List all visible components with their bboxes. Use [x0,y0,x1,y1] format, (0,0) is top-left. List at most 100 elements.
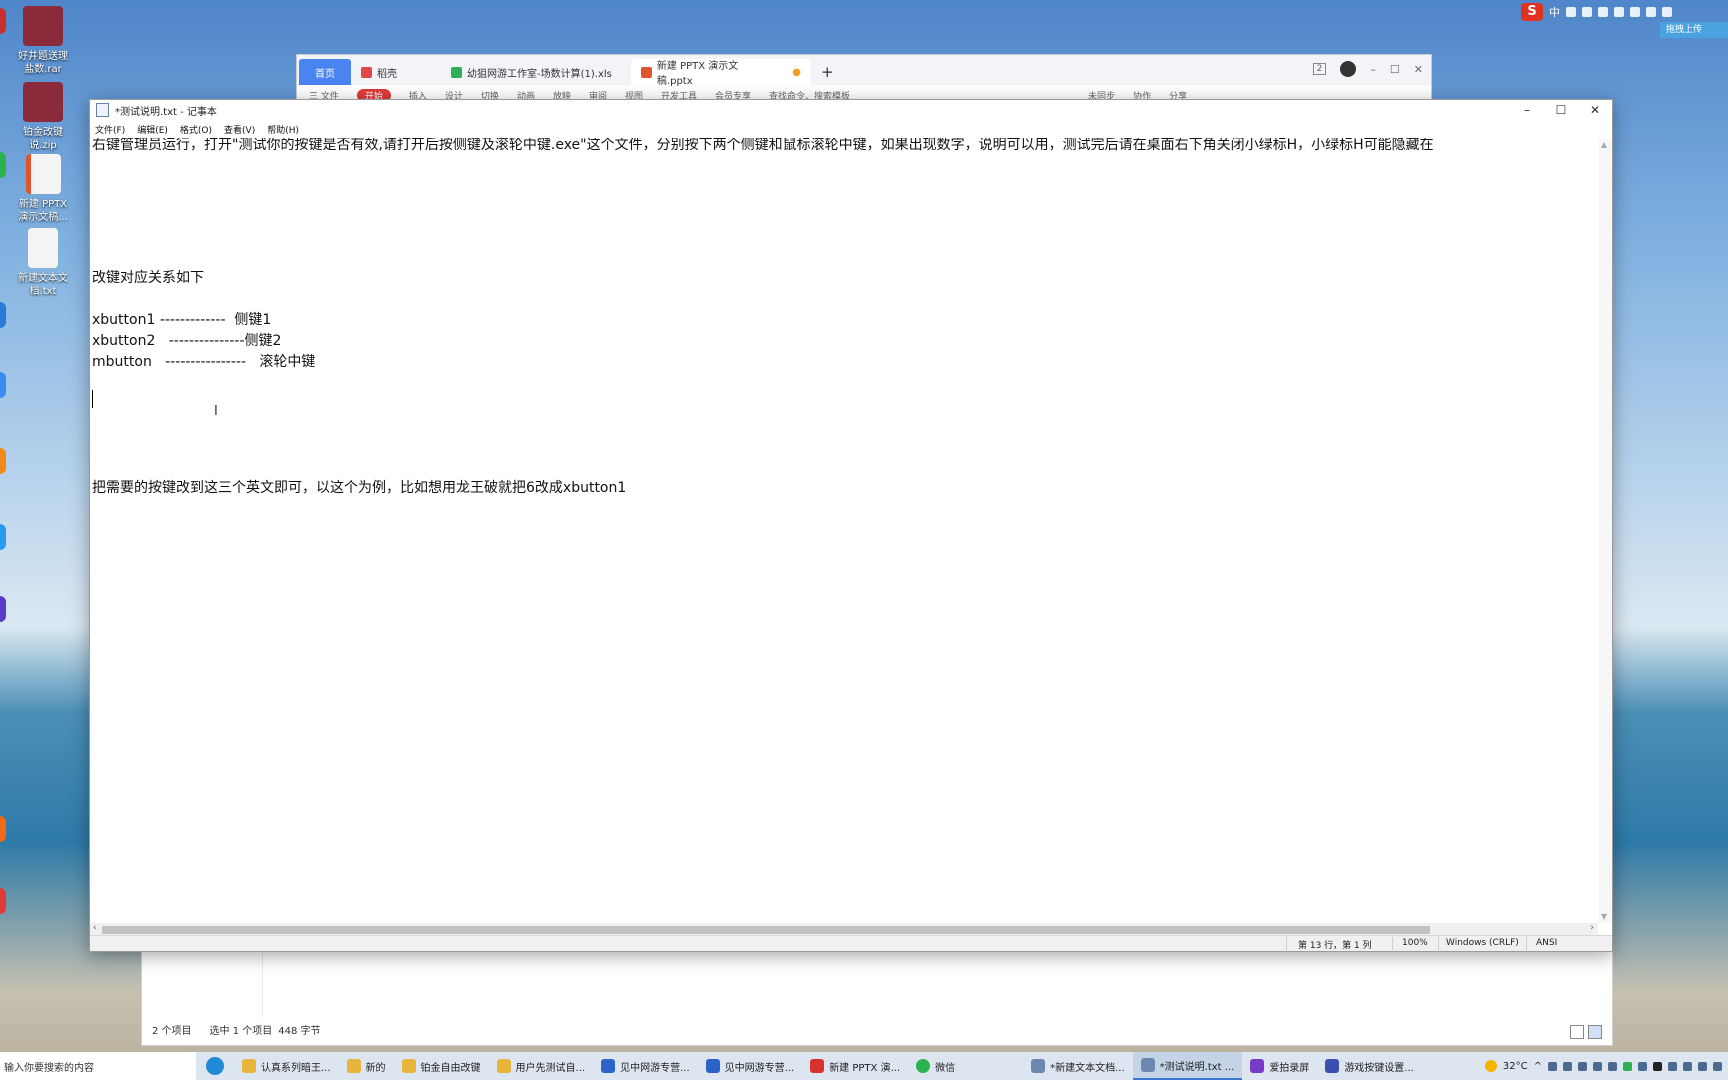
tray-icon[interactable] [1548,1061,1557,1071]
tray-icon[interactable] [1713,1061,1722,1071]
wps-icon [810,1059,825,1073]
minimize-button[interactable]: – [1510,100,1544,120]
tray-icon[interactable] [1668,1061,1677,1071]
text-caret [92,390,93,408]
close-button[interactable]: ✕ [1578,100,1612,120]
minimize-icon[interactable]: – [1370,63,1376,76]
wps-tab-home[interactable]: 首页 [299,59,351,85]
taskbar-app-label: 新的 [365,1062,386,1074]
tray-icon[interactable] [1638,1061,1647,1071]
maximize-icon[interactable]: ☐ [1390,63,1400,76]
file-explorer-window: 2 个项目 选中 1 个项目 448 字节 [141,950,1613,1046]
tray-icon[interactable] [1578,1061,1587,1071]
desktop-icon-rar[interactable]: 好井题送理 盐数.rar [8,6,78,76]
scroll-left-icon[interactable]: ‹ [93,923,97,933]
punctuation-icon[interactable] [1566,7,1576,17]
ime-mode[interactable]: 中 [1549,4,1560,20]
desktop-icon-label: 铂金改键 说.zip [23,127,63,151]
network-icon[interactable] [1683,1061,1692,1071]
edge-app-icon[interactable] [0,372,6,398]
menu-file[interactable]: 文件(F) [95,123,125,136]
title-bar[interactable]: *测试说明.txt - 记事本 – ☐ ✕ [90,100,1612,120]
scroll-up-icon[interactable]: ▲ [1601,140,1607,149]
qq-icon[interactable] [1653,1061,1662,1071]
taskbar-search[interactable]: 输入你要搜索的内容 [0,1052,196,1080]
wps-tab-xls[interactable]: 幼狙网游工作室-场数计算(1).xls [441,59,631,85]
avatar[interactable] [1340,61,1357,77]
desktop-icon-label: 新建文本文 档.txt [18,273,68,297]
weather-icon[interactable] [1484,1060,1497,1072]
microphone-icon[interactable] [1563,1061,1572,1071]
tray-icon[interactable] [1593,1061,1602,1071]
edge-app-icon[interactable] [0,152,6,178]
menu-help[interactable]: 帮助(H) [267,123,299,136]
edge-app-icon[interactable] [0,816,6,842]
taskbar-app[interactable]: *新建文本文档... [1023,1052,1133,1080]
desktop-icon-pptx[interactable]: 新建 PPTX 演示文稿... [8,154,78,224]
taskbar-app[interactable]: 游戏按键设置... [1317,1052,1422,1080]
game-settings-icon [1325,1059,1340,1073]
wps-badge[interactable]: 2 [1312,63,1327,75]
microphone-icon[interactable] [1598,7,1608,17]
skin-icon[interactable] [1646,7,1656,17]
taskbar-app[interactable]: 爱拍录屏 [1242,1052,1317,1080]
explorer-status-bar: 2 个项目 选中 1 个项目 448 字节 [152,1022,321,1037]
toolbox-icon[interactable] [1662,7,1672,17]
close-icon[interactable]: ✕ [1414,63,1423,76]
taskbar-app[interactable]: *测试说明.txt ... [1132,1052,1243,1080]
selected-count: 选中 1 个项目 [209,1026,273,1037]
details-view-icon[interactable] [1570,1025,1584,1039]
maximize-button[interactable]: ☐ [1544,100,1578,120]
edge-app-icon[interactable] [0,302,6,328]
cloud-upload-widget[interactable]: 拖拽上传 [1660,22,1728,38]
ibeam-cursor-icon: I [214,404,218,419]
notepad-window: *测试说明.txt - 记事本 – ☐ ✕ 文件(F) 编辑(E) 格式(O) … [89,99,1613,952]
edge-app-icon[interactable] [0,8,6,34]
text-editor-area[interactable]: 右键管理员运行，打开"测试你的按键是否有效,请打开后按侧键及滚轮中键.exe"这… [90,138,1598,923]
ime-toolbar[interactable]: S 中 [1521,2,1672,22]
volume-icon[interactable] [1698,1061,1707,1071]
text-file-icon [28,228,58,268]
edge-app-icon[interactable] [0,888,6,914]
wechat-tray-icon[interactable] [1623,1061,1632,1071]
large-icons-view-icon[interactable] [1588,1025,1602,1039]
keyboard-icon[interactable] [1614,7,1624,17]
scroll-down-icon[interactable]: ▼ [1601,912,1607,921]
menu-view[interactable]: 查看(V) [224,123,255,136]
edge-browser-button[interactable] [196,1052,234,1080]
wps-tab-docer[interactable]: 稻壳 [351,59,441,85]
tray-icon[interactable] [1608,1061,1617,1071]
edge-app-icon[interactable] [0,596,6,622]
taskbar-app[interactable]: 见中网游专营... [593,1052,698,1080]
edge-app-icon[interactable] [0,524,6,550]
taskbar-app[interactable]: 用户先测试自... [489,1052,594,1080]
menu-edit[interactable]: 编辑(E) [137,123,168,136]
add-tab-button[interactable]: + [811,59,844,85]
chevron-up-icon[interactable]: ^ [1534,1061,1542,1072]
taskbar-app[interactable]: 认真系列暗王... [234,1052,339,1080]
desktop-icon-zip[interactable]: 铂金改键 说.zip [8,82,78,152]
status-bar: 第 13 行，第 1 列 100% Windows (CRLF) ANSI [90,935,1612,951]
taskbar-app[interactable]: 铂金自由改键 [394,1052,489,1080]
text-line: 右键管理员运行，打开"测试你的按键是否有效,请打开后按侧键及滚轮中键.exe"这… [92,138,1434,153]
taskbar-app[interactable]: 见中网游专营... [698,1052,803,1080]
edge-app-icon[interactable] [0,448,6,474]
folder-icon [496,1059,511,1073]
temperature[interactable]: 32°C [1503,1061,1528,1072]
vertical-scrollbar[interactable]: ▲ ▼ [1599,138,1612,923]
tab-label: 新建 PPTX 演示文稿.pptx [656,61,739,87]
scroll-thumb[interactable] [102,926,1430,934]
taskbar-app-label: *新建文本文档... [1050,1062,1125,1074]
docer-icon [361,66,372,78]
scroll-right-icon[interactable]: › [1590,923,1594,933]
taskbar-app[interactable]: 新建 PPTX 演... [802,1052,908,1080]
user-icon[interactable] [1630,7,1640,17]
wps-tab-pptx[interactable]: 新建 PPTX 演示文稿.pptx ● [631,59,811,87]
taskbar-app[interactable]: 微信 [908,1052,963,1080]
tab-label: 稻壳 [377,68,397,80]
taskbar-app[interactable]: 新的 [339,1052,394,1080]
desktop-icon-txt[interactable]: 新建文本文 档.txt [8,228,78,298]
emoji-icon[interactable] [1582,7,1592,17]
menu-format[interactable]: 格式(O) [180,123,212,136]
presentation-icon [641,66,652,78]
